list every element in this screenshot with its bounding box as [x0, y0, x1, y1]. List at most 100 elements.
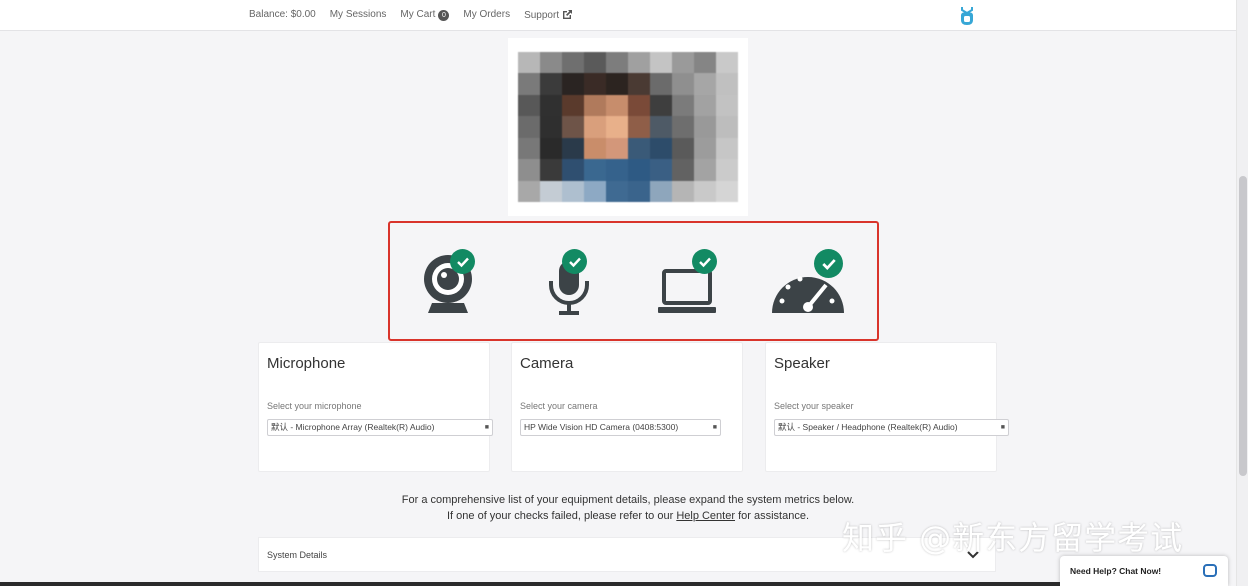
- system-details-label: System Details: [267, 550, 328, 560]
- webcam-pixel: [584, 116, 606, 138]
- nav-my-cart[interactable]: My Cart 0: [400, 9, 450, 21]
- webcam-pixel: [694, 94, 716, 117]
- webcam-pixel: [650, 116, 672, 138]
- microphone-check: [530, 249, 610, 319]
- webcam-pixel: [694, 137, 716, 160]
- webcam-pixel: [716, 94, 738, 117]
- dropdown-arrow-icon: ■: [1000, 424, 1005, 431]
- system-check: [656, 249, 736, 319]
- scrollbar-thumb[interactable]: [1239, 176, 1247, 476]
- webcam-pixel: [628, 116, 650, 138]
- webcam-pixel: [518, 94, 540, 117]
- check-passed-icon: [450, 249, 475, 274]
- webcam-pixel: [716, 159, 738, 181]
- webcam-pixel: [672, 159, 694, 181]
- webcam-pixel: [518, 159, 540, 181]
- webcam-pixel: [606, 137, 628, 160]
- microphone-select-label: Select your microphone: [267, 401, 362, 411]
- webcam-pixel: [628, 180, 650, 202]
- dropdown-arrow-icon: ■: [484, 424, 489, 431]
- webcam-pixel: [716, 180, 738, 202]
- webcam-pixel: [650, 180, 672, 202]
- cart-count-badge: 0: [438, 10, 450, 21]
- info-line-2-pre: If one of your checks failed, please ref…: [447, 510, 674, 522]
- camera-card: Camera Select your camera HP Wide Vision…: [511, 342, 743, 472]
- webcam-pixel: [540, 159, 562, 181]
- webcam-pixel: [694, 52, 716, 74]
- speed-check: [770, 249, 850, 319]
- webcam-check: [414, 249, 494, 319]
- top-nav-bar: Balance: $0.00 My Sessions My Cart 0 My O…: [0, 0, 1236, 31]
- device-checks-panel: [388, 221, 879, 341]
- webcam-pixel: [628, 52, 650, 74]
- webcam-pixel: [584, 159, 606, 181]
- webcam-pixel: [628, 94, 650, 117]
- check-passed-icon: [692, 249, 717, 274]
- webcam-pixel: [694, 180, 716, 202]
- webcam-pixel: [518, 137, 540, 160]
- nav-my-cart-label: My Cart: [400, 9, 436, 20]
- nav-my-orders[interactable]: My Orders: [463, 9, 510, 21]
- speaker-card: Speaker Select your speaker 默认 - Speaker…: [765, 342, 1009, 472]
- watermark: 知乎 @新东方留学考试: [842, 519, 1184, 557]
- webcam-pixel: [518, 180, 540, 202]
- webcam-pixel: [562, 73, 584, 95]
- webcam-pixel: [540, 73, 562, 95]
- webcam-pixel: [716, 73, 738, 95]
- webcam-preview: [508, 38, 748, 216]
- webcam-pixel: [606, 73, 628, 95]
- webcam-pixel: [694, 116, 716, 138]
- brand-logo-icon[interactable]: [959, 6, 975, 26]
- nav-support[interactable]: Support: [524, 9, 573, 21]
- dropdown-arrow-icon: ■: [712, 424, 717, 431]
- chat-widget[interactable]: Need Help? Chat Now!: [1060, 556, 1228, 586]
- webcam-pixel: [562, 159, 584, 181]
- webcam-pixel: [518, 73, 540, 95]
- balance-text: Balance: $0.00: [249, 9, 316, 20]
- speaker-select[interactable]: 默认 - Speaker / Headphone (Realtek(R) Aud…: [774, 419, 1009, 436]
- webcam-pixel: [584, 137, 606, 160]
- webcam-pixel: [672, 180, 694, 202]
- nav-my-sessions[interactable]: My Sessions: [330, 9, 387, 21]
- webcam-pixel: [518, 116, 540, 138]
- webcam-pixel: [584, 94, 606, 117]
- webcam-pixel: [606, 94, 628, 117]
- webcam-pixel: [650, 52, 672, 74]
- webcam-pixel: [628, 73, 650, 95]
- webcam-pixel: [584, 73, 606, 95]
- chat-bubble-icon: [1203, 564, 1217, 577]
- webcam-pixel: [584, 180, 606, 202]
- webcam-pixel: [540, 180, 562, 202]
- webcam-pixel: [540, 52, 562, 74]
- webcam-pixel: [606, 116, 628, 138]
- external-link-icon: [563, 10, 573, 19]
- webcam-pixel: [694, 73, 716, 95]
- microphone-select[interactable]: 默认 - Microphone Array (Realtek(R) Audio)…: [267, 419, 493, 436]
- webcam-pixel: [562, 94, 584, 117]
- webcam-pixel: [562, 52, 584, 74]
- microphone-card: Microphone Select your microphone 默认 - M…: [258, 342, 493, 472]
- camera-select-label: Select your camera: [520, 401, 598, 411]
- webcam-pixel: [562, 137, 584, 160]
- webcam-video-frame: [518, 52, 738, 202]
- webcam-pixel: [716, 52, 738, 74]
- webcam-pixel: [562, 116, 584, 138]
- page-scrollbar[interactable]: [1236, 0, 1248, 586]
- webcam-pixel: [606, 52, 628, 74]
- info-line-1: For a comprehensive list of your equipme…: [401, 494, 855, 506]
- check-passed-icon: [562, 249, 587, 274]
- camera-select[interactable]: HP Wide Vision HD Camera (0408:5300) ■: [520, 419, 721, 436]
- nav-support-label: Support: [524, 10, 560, 21]
- webcam-pixel: [606, 159, 628, 181]
- webcam-pixel: [650, 137, 672, 160]
- check-passed-icon: [814, 249, 843, 278]
- webcam-pixel: [562, 180, 584, 202]
- webcam-pixel: [606, 180, 628, 202]
- help-center-link[interactable]: Help Center: [676, 510, 735, 522]
- webcam-pixel: [540, 94, 562, 117]
- microphone-card-title: Microphone: [267, 355, 346, 372]
- webcam-pixel: [694, 159, 716, 181]
- taskbar-strip: [0, 582, 1060, 586]
- webcam-pixel: [628, 159, 650, 181]
- camera-card-title: Camera: [520, 355, 574, 372]
